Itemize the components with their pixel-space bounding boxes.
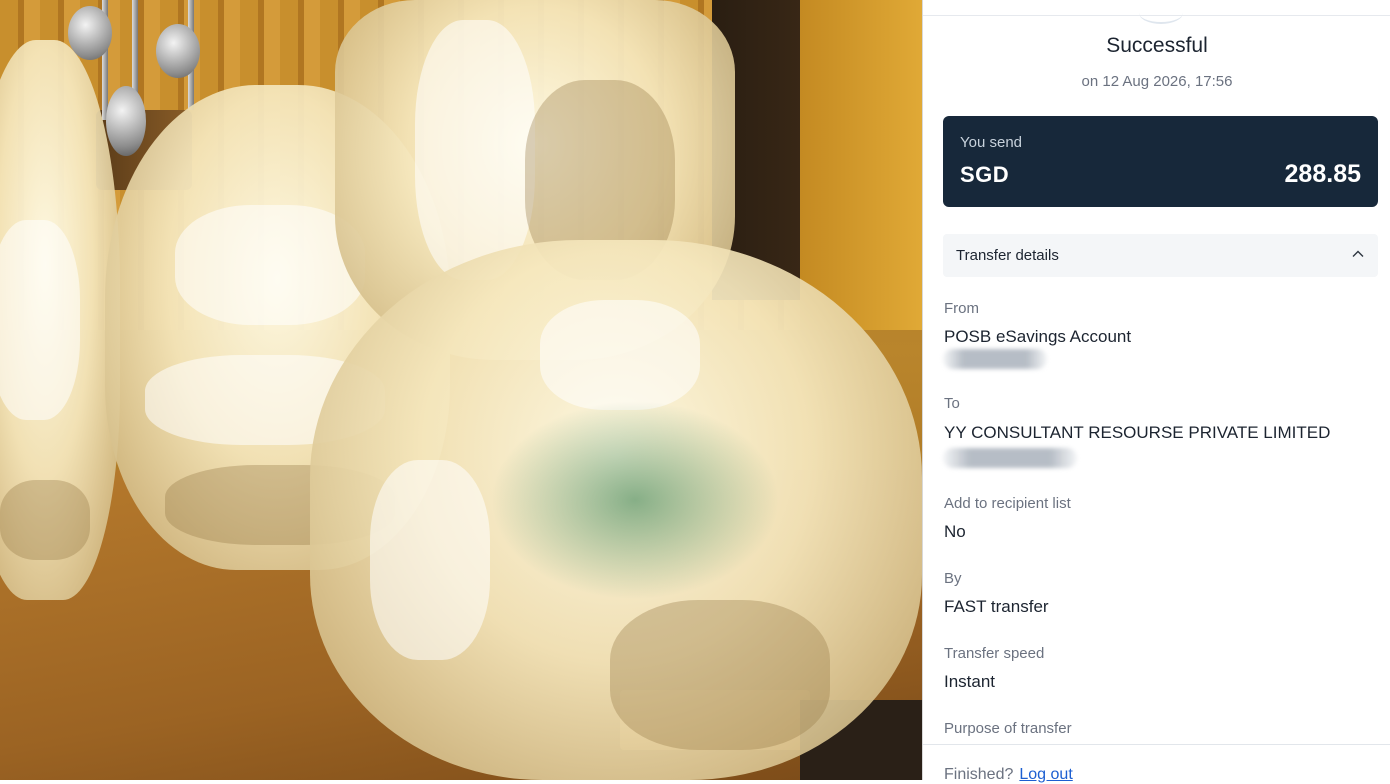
status-date: on 12 Aug 2026, 17:56 [1081,73,1233,90]
chevron-up-icon [1352,250,1364,257]
transfer-speed-value: Instant [944,672,996,691]
footer-divider [923,744,1390,745]
by-value: FAST transfer [944,597,1049,616]
amount-label: You send [960,134,1023,151]
transfer-receipt-screen: Successful on 12 Aug 2026, 17:56 You sen… [922,0,1390,783]
to-label: To [944,395,960,412]
redacted-account-number [943,349,1047,369]
finished-prompt: Finished? [944,766,1014,783]
purpose-label: Purpose of transfer [944,720,1072,737]
wooden-cabinet [800,0,922,330]
from-value: POSB eSavings Account [944,327,1132,346]
by-label: By [944,570,962,587]
amount-card: You send SGD 288.85 [943,116,1378,207]
to-value: YY CONSULTANT RESOURSE PRIVATE LIMITED [944,423,1331,442]
transfer-details-toggle[interactable]: Transfer details [943,234,1378,277]
currency-code: SGD [960,162,1010,187]
transfer-speed-label: Transfer speed [944,645,1045,662]
status-title: Successful [1106,34,1208,57]
divider [923,15,1390,16]
log-out-link[interactable]: Log out [1019,766,1072,783]
footer: Finished? Log out [944,766,1073,784]
green-food-containers [490,400,780,600]
amount-value: 288.85 [1284,160,1361,188]
add-recipient-label: Add to recipient list [944,495,1071,512]
transfer-details-label: Transfer details [956,247,1059,264]
redacted-recipient-account [943,448,1077,468]
add-recipient-value: No [944,522,966,541]
takeaway-bags-photo [0,0,922,780]
from-label: From [944,300,979,317]
success-icon [1139,2,1183,24]
plastic-bag-left [0,40,120,600]
